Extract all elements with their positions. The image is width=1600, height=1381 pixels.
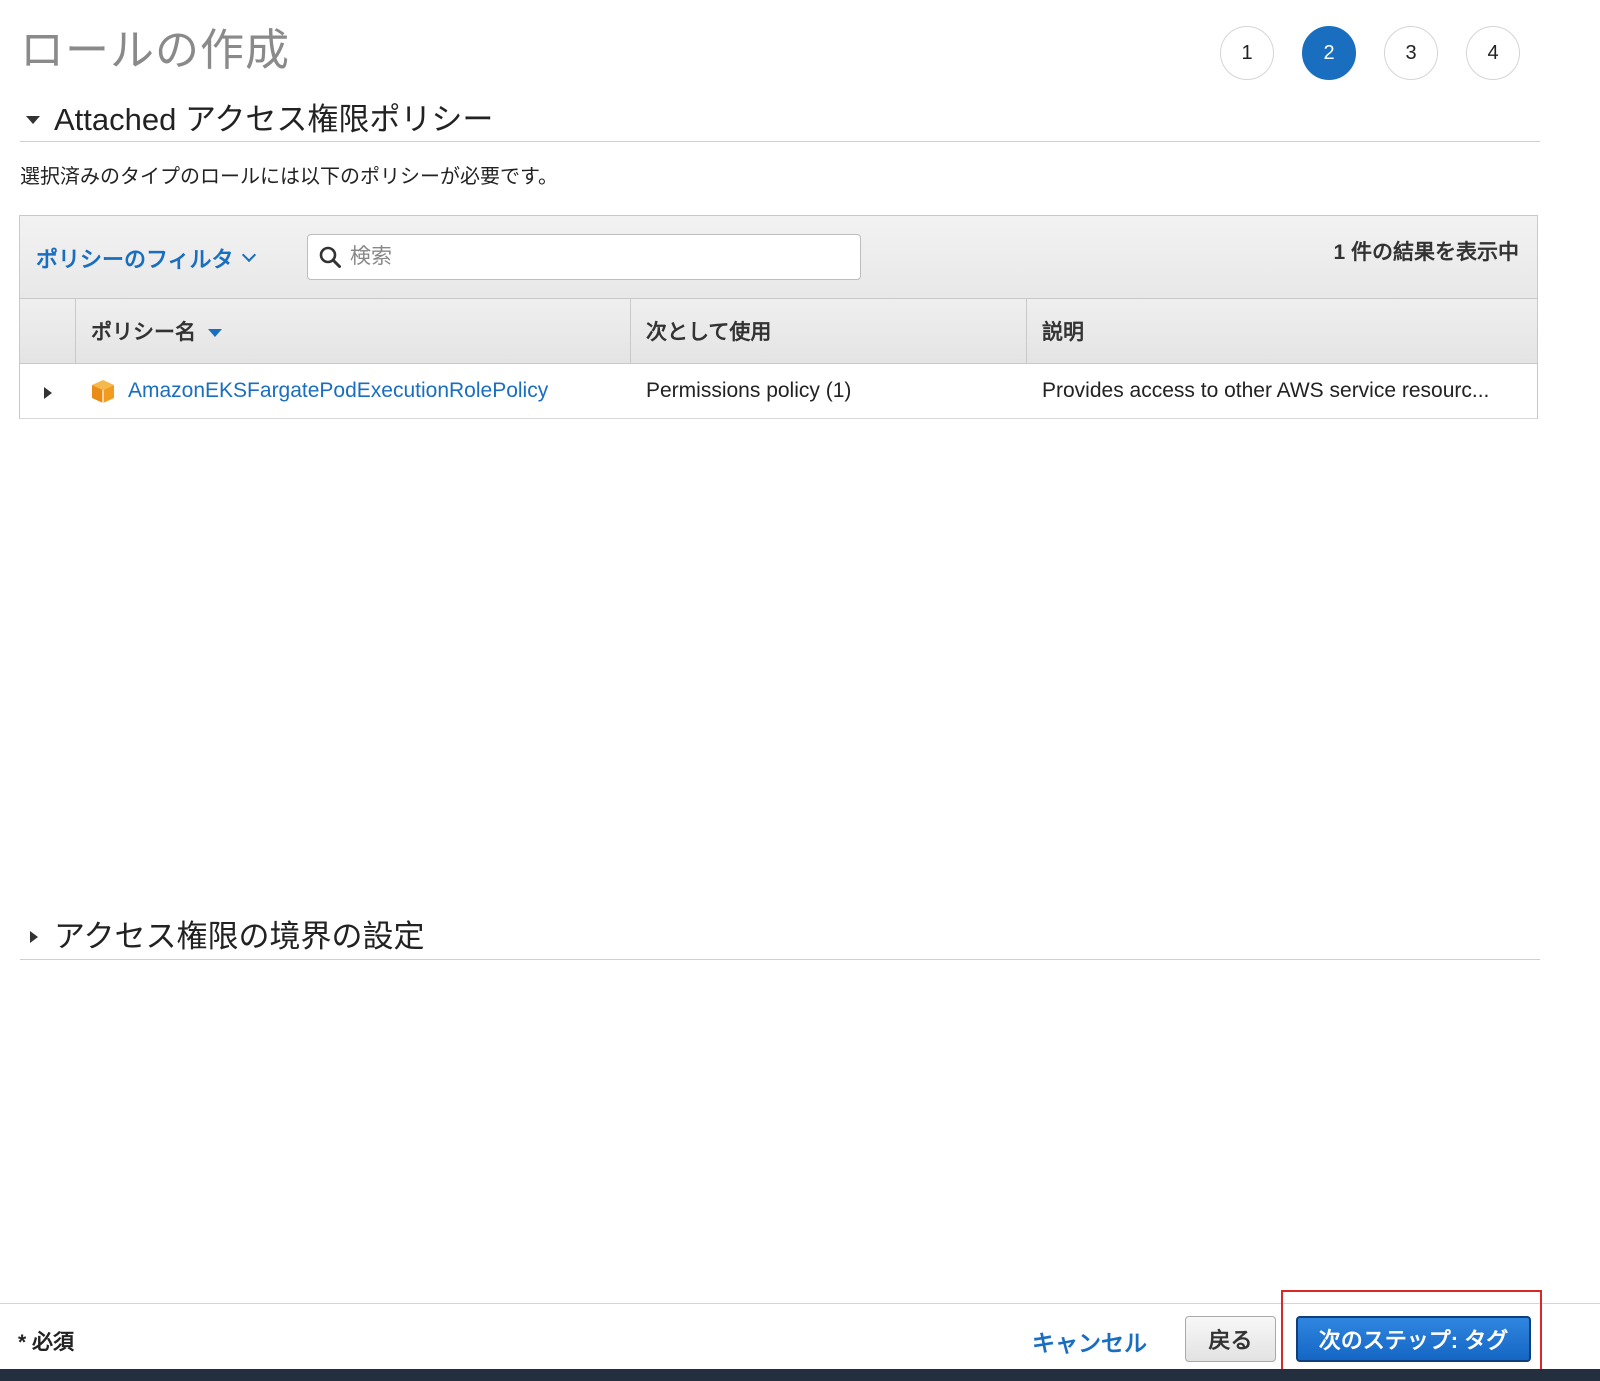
highlight-annotation [1281,1290,1542,1371]
expand-toggle-icon[interactable] [20,925,54,943]
policy-box-icon [92,380,114,403]
permissions-boundary-title: アクセス権限の境界の設定 [54,919,425,954]
search-input[interactable] [348,244,832,270]
back-button[interactable]: 戻る [1185,1316,1276,1362]
page-title: ロールの作成 [20,26,290,75]
column-header-policy-name-label: ポリシー名 [91,321,196,344]
wizard-step-4: 4 [1466,26,1520,80]
policy-table: ポリシーのフィルタ 1 件の結果を表示中 ポリシー名 次として使用 説明 [19,215,1538,419]
attached-policies-section-header[interactable]: Attached アクセス権限ポリシー [20,92,1540,142]
attached-policies-title: Attached アクセス権限ポリシー [54,102,494,137]
column-header-used-as[interactable]: 次として使用 [631,299,1027,363]
wizard-step-2-active: 2 [1302,26,1356,80]
header-expand-column [20,299,76,363]
wizard-step-1: 1 [1220,26,1274,80]
required-note: * 必須 [18,1331,75,1354]
column-header-policy-name[interactable]: ポリシー名 [76,299,631,363]
sort-descending-icon [208,329,222,337]
table-row: AmazonEKSFargatePodExecutionRolePolicy P… [20,364,1537,419]
bottom-bar [0,1369,1600,1381]
wizard-step-3: 3 [1384,26,1438,80]
used-as-cell: Permissions policy (1) [646,379,852,402]
expand-arrow-icon [44,387,52,399]
policy-filter-dropdown[interactable]: ポリシーのフィルタ [36,242,256,274]
table-header-row: ポリシー名 次として使用 説明 [20,299,1537,364]
wizard-steps: 1 2 3 4 [1220,26,1520,80]
row-expand-toggle[interactable] [20,364,76,418]
collapse-toggle-icon[interactable] [20,110,54,124]
policy-name-cell: AmazonEKSFargatePodExecutionRolePolicy [76,364,631,418]
chevron-down-icon [241,247,256,263]
search-icon [319,246,341,268]
policy-filter-label: ポリシーのフィルタ [36,247,234,272]
column-header-description[interactable]: 説明 [1027,299,1537,363]
permissions-boundary-section-header[interactable]: アクセス権限の境界の設定 [20,908,1540,960]
description-cell: Provides access to other AWS service res… [1042,379,1490,402]
cancel-button[interactable]: キャンセル [1032,1324,1147,1358]
table-toolbar: ポリシーのフィルタ 1 件の結果を表示中 [20,216,1537,299]
search-box[interactable] [307,234,861,280]
result-count: 1 件の結果を表示中 [1333,241,1519,264]
policy-name-link[interactable]: AmazonEKSFargatePodExecutionRolePolicy [128,379,548,403]
attached-policies-description: 選択済みのタイプのロールには以下のポリシーが必要です。 [20,166,558,188]
